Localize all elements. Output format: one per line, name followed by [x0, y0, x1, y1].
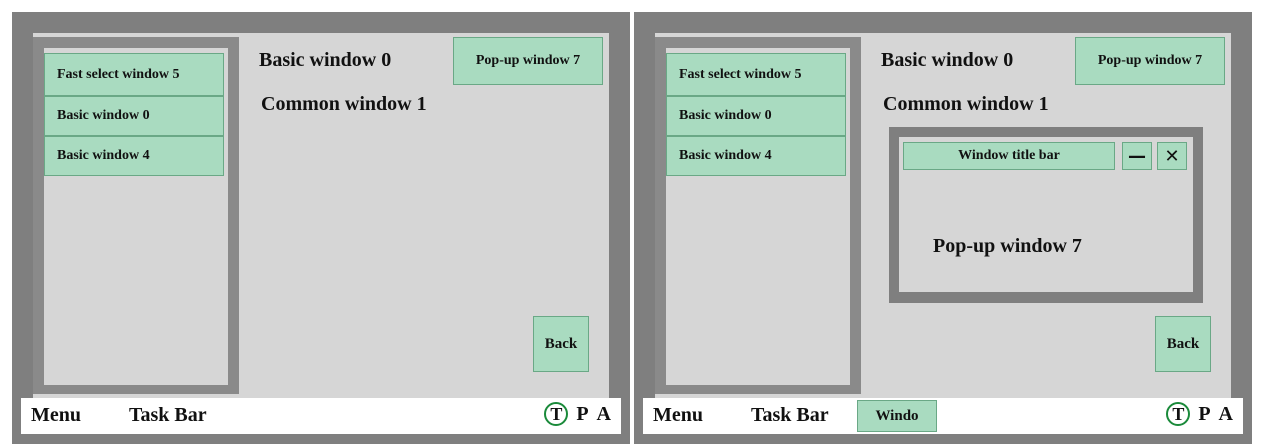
- status-indicators: T P A: [1166, 402, 1233, 426]
- task-bar-label: Task Bar: [751, 404, 829, 426]
- fast-select-list: Fast select window 5 Basic window 0 Basi…: [44, 48, 228, 385]
- basic-window-title: Basic window 0: [881, 49, 1014, 71]
- fast-select-item-basic-window-4[interactable]: Basic window 4: [44, 136, 224, 176]
- a-indicator[interactable]: A: [597, 403, 611, 426]
- fast-select-list: Fast select window 5 Basic window 0 Basi…: [666, 48, 850, 385]
- popup-window: Window title bar — ✕ Pop-up window 7: [889, 127, 1203, 303]
- left-screen: Fast select window 5 Basic window 0 Basi…: [12, 12, 630, 444]
- main-area: Fast select window 5 Basic window 0 Basi…: [655, 33, 1231, 398]
- popup-window-label: Pop-up window 7: [933, 235, 1082, 257]
- fast-select-item-fast-select-window-5[interactable]: Fast select window 5: [44, 53, 224, 96]
- t-indicator-icon[interactable]: T: [1166, 402, 1191, 426]
- menu-button[interactable]: Menu: [653, 404, 703, 427]
- status-indicators: T P A: [544, 402, 611, 426]
- taskbar-window-button[interactable]: Windo: [857, 400, 937, 432]
- p-indicator[interactable]: P: [1198, 403, 1210, 426]
- t-indicator-icon[interactable]: T: [544, 402, 569, 426]
- fast-select-item-fast-select-window-5[interactable]: Fast select window 5: [666, 53, 846, 96]
- fast-select-window: Fast select window 5 Basic window 0 Basi…: [655, 37, 861, 394]
- back-button[interactable]: Back: [533, 316, 589, 372]
- fast-select-item-basic-window-0[interactable]: Basic window 0: [666, 96, 846, 136]
- basic-window-title: Basic window 0: [259, 49, 392, 71]
- fast-select-window: Fast select window 5 Basic window 0 Basi…: [33, 37, 239, 394]
- window-title-bar[interactable]: Window title bar: [903, 142, 1115, 170]
- a-indicator[interactable]: A: [1219, 403, 1233, 426]
- popup-body: Window title bar — ✕ Pop-up window 7: [899, 137, 1193, 292]
- fast-select-item-basic-window-4[interactable]: Basic window 4: [666, 136, 846, 176]
- minimize-icon[interactable]: —: [1122, 142, 1152, 170]
- popup-window-button[interactable]: Pop-up window 7: [453, 37, 603, 85]
- main-area: Fast select window 5 Basic window 0 Basi…: [33, 33, 609, 398]
- task-bar: Menu Task Bar T P A: [21, 398, 621, 434]
- fast-select-item-basic-window-0[interactable]: Basic window 0: [44, 96, 224, 136]
- p-indicator[interactable]: P: [576, 403, 588, 426]
- close-icon[interactable]: ✕: [1157, 142, 1187, 170]
- right-screen: Fast select window 5 Basic window 0 Basi…: [634, 12, 1252, 444]
- back-button[interactable]: Back: [1155, 316, 1211, 372]
- menu-button[interactable]: Menu: [31, 404, 81, 427]
- popup-window-button[interactable]: Pop-up window 7: [1075, 37, 1225, 85]
- common-window-title: Common window 1: [883, 93, 1049, 115]
- task-bar: Menu Task Bar Windo T P A: [643, 398, 1243, 434]
- common-window-title: Common window 1: [261, 93, 427, 115]
- task-bar-label: Task Bar: [129, 404, 207, 426]
